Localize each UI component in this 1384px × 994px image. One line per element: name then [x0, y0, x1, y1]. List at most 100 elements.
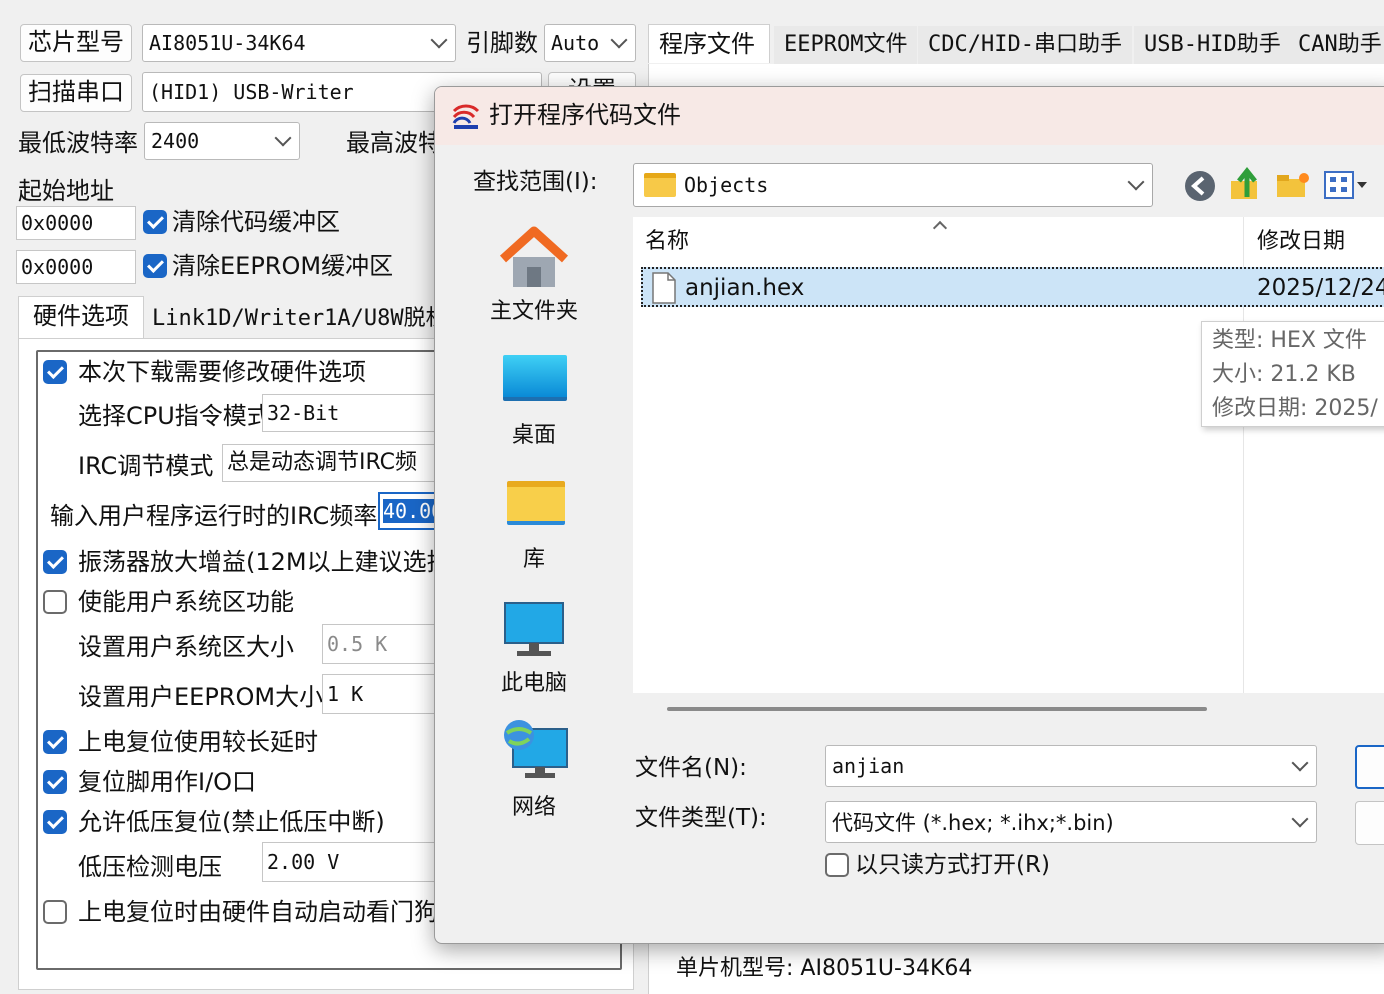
long-delay-checkbox[interactable] [43, 730, 67, 754]
place-home-label[interactable]: 主文件夹 [479, 293, 589, 325]
reset-io-checkbox[interactable] [43, 770, 67, 794]
network-icon[interactable] [501, 719, 569, 783]
library-icon[interactable] [507, 481, 565, 525]
filename-label: 文件名(N): [635, 755, 747, 781]
start-address-label: 起始地址 [18, 177, 114, 205]
chevron-down-icon [430, 31, 448, 49]
file-icon [652, 272, 676, 304]
look-in-select[interactable]: Objects [633, 163, 1153, 207]
file-name: anjian.hex [685, 275, 805, 301]
filetype-label: 文件类型(T): [635, 805, 767, 831]
readonly-label: 以只读方式打开(R) [855, 852, 1050, 878]
look-in-value: Objects [684, 173, 769, 197]
cpu-mode-select[interactable]: 32-Bit [262, 394, 462, 432]
cpu-mode-label: 选择CPU指令模式 [78, 402, 271, 430]
open-file-dialog: 打开程序代码文件 查找范围(I): Objects 主文件夹 桌面 库 此电脑 … [434, 86, 1384, 944]
place-library-label[interactable]: 库 [479, 541, 589, 573]
low-volt-select[interactable]: 2.00 V [262, 842, 462, 882]
tab-can[interactable]: CAN助手 [1288, 26, 1384, 64]
start-address-input-1[interactable]: 0x0000 [16, 206, 136, 240]
filetype-value: 代码文件 (*.hex; *.ihx;*.bin) [832, 811, 1114, 835]
chip-model-select[interactable]: AI8051U-34K64 [142, 24, 456, 62]
long-delay-label: 上电复位使用较长延时 [78, 728, 318, 756]
back-icon[interactable] [1183, 169, 1217, 203]
readonly-checkbox[interactable] [825, 853, 849, 877]
sort-up-indicator [932, 220, 948, 236]
chip-model-button[interactable]: 芯片型号 [20, 24, 132, 62]
reset-io-label: 复位脚用作I/O口 [78, 768, 257, 796]
hw-options-tab-label: 硬件选项 [33, 302, 129, 330]
filename-input[interactable]: anjian [825, 745, 1317, 787]
up-folder-icon[interactable] [1229, 167, 1263, 203]
user-sys-label: 使能用户系统区功能 [78, 588, 294, 616]
hw-options-tab[interactable]: 硬件选项 [18, 296, 144, 338]
tab-offline-writer[interactable]: Link1D/Writer1A/U8W脱机 [152, 304, 448, 334]
desktop-icon[interactable] [503, 355, 567, 401]
home-folder-icon[interactable] [499, 225, 569, 289]
irc-freq-label: 输入用户程序运行时的IRC频率 [50, 502, 378, 530]
irc-mode-label: IRC调节模式 [78, 452, 214, 480]
status-chip-model: 单片机型号: AI8051U-34K64 [676, 956, 973, 981]
tab-eeprom-file[interactable]: EEPROM文件 [774, 26, 918, 64]
clear-code-checkbox[interactable] [143, 210, 167, 234]
file-row-anjian[interactable]: anjian.hex 2025/12/24 [641, 267, 1384, 307]
scan-port-button[interactable]: 扫描串口 [20, 74, 132, 112]
chevron-down-icon [1291, 754, 1309, 772]
cancel-button[interactable] [1355, 801, 1384, 845]
file-date: 2025/12/24 [1257, 275, 1384, 301]
tooltip-type: 类型: HEX 文件 [1212, 328, 1367, 353]
dialog-title: 打开程序代码文件 [489, 101, 681, 129]
filetype-select[interactable]: 代码文件 (*.hex; *.ihx;*.bin) [825, 801, 1317, 843]
port-value: (HID1) USB-Writer [149, 80, 354, 104]
column-header-name[interactable]: 名称 [645, 227, 689, 257]
this-pc-icon[interactable] [503, 601, 565, 659]
osc-gain-checkbox[interactable] [43, 550, 67, 574]
min-baud-value: 2400 [151, 129, 200, 153]
low-volt-reset-checkbox[interactable] [43, 810, 67, 834]
file-tooltip: 类型: HEX 文件 大小: 21.2 KB 修改日期: 2025/ [1201, 321, 1384, 427]
view-menu-icon[interactable] [1323, 169, 1369, 201]
start-address-input-2[interactable]: 0x0000 [16, 250, 136, 284]
low-volt-reset-label: 允许低压复位(禁止低压中断) [78, 808, 385, 836]
dialog-title-bar[interactable]: 打开程序代码文件 [435, 87, 1384, 145]
clear-eeprom-label: 清除EEPROM缓冲区 [172, 252, 394, 280]
modify-hw-checkbox[interactable] [43, 360, 67, 384]
chip-model-value: AI8051U-34K64 [149, 31, 306, 55]
places-bar: 主文件夹 桌面 库 此电脑 网络 [451, 217, 623, 933]
tab-program-file[interactable]: 程序文件 [648, 24, 770, 63]
tooltip-size: 大小: 21.2 KB [1212, 362, 1356, 387]
filename-value: anjian [832, 754, 905, 778]
user-sys-checkbox[interactable] [43, 590, 67, 614]
place-desktop-label[interactable]: 桌面 [479, 417, 589, 449]
horizontal-scrollbar[interactable] [667, 707, 1207, 711]
min-baud-select[interactable]: 2400 [144, 122, 300, 160]
watchdog-checkbox[interactable] [43, 900, 67, 924]
low-volt-label: 低压检测电压 [78, 853, 222, 881]
new-folder-icon[interactable] [1275, 169, 1311, 201]
open-button[interactable] [1355, 745, 1384, 789]
tab-cdc-hid-serial[interactable]: CDC/HID-串口助手 [918, 26, 1132, 64]
right-tab-strip: 程序文件 EEPROM文件 CDC/HID-串口助手 USB-HID助手 CAN… [648, 24, 1384, 64]
folder-icon [644, 173, 676, 197]
irc-mode-select[interactable]: 总是动态调节IRC频 [222, 444, 462, 482]
place-this-pc-label[interactable]: 此电脑 [479, 665, 589, 697]
pins-label: 引脚数 [466, 29, 538, 57]
look-in-label: 查找范围(I): [473, 169, 598, 195]
place-network-label[interactable]: 网络 [479, 789, 589, 821]
user-sys-size-label: 设置用户系统区大小 [78, 633, 294, 661]
app-logo-icon [452, 104, 480, 129]
chevron-down-icon [610, 31, 628, 49]
pins-select[interactable]: Auto [544, 24, 636, 62]
clear-eeprom-checkbox[interactable] [143, 254, 167, 278]
watchdog-label: 上电复位时由硬件自动启动看门狗 [78, 898, 438, 926]
eeprom-size-label: 设置用户EEPROM大小 [78, 683, 324, 711]
modify-hw-label: 本次下载需要修改硬件选项 [78, 358, 366, 386]
min-baud-label: 最低波特率 [18, 129, 138, 157]
osc-gain-label: 振荡器放大增益(12M以上建议选择 [78, 548, 451, 576]
file-list[interactable]: 名称 修改日期 anjian.hex 2025/12/24 类型: HEX 文件… [633, 217, 1384, 693]
chevron-down-icon [274, 129, 292, 147]
tooltip-date: 修改日期: 2025/ [1212, 396, 1378, 421]
column-header-date[interactable]: 修改日期 [1257, 227, 1345, 257]
chevron-down-icon [1291, 810, 1309, 828]
tab-usb-hid[interactable]: USB-HID助手 [1134, 26, 1291, 64]
